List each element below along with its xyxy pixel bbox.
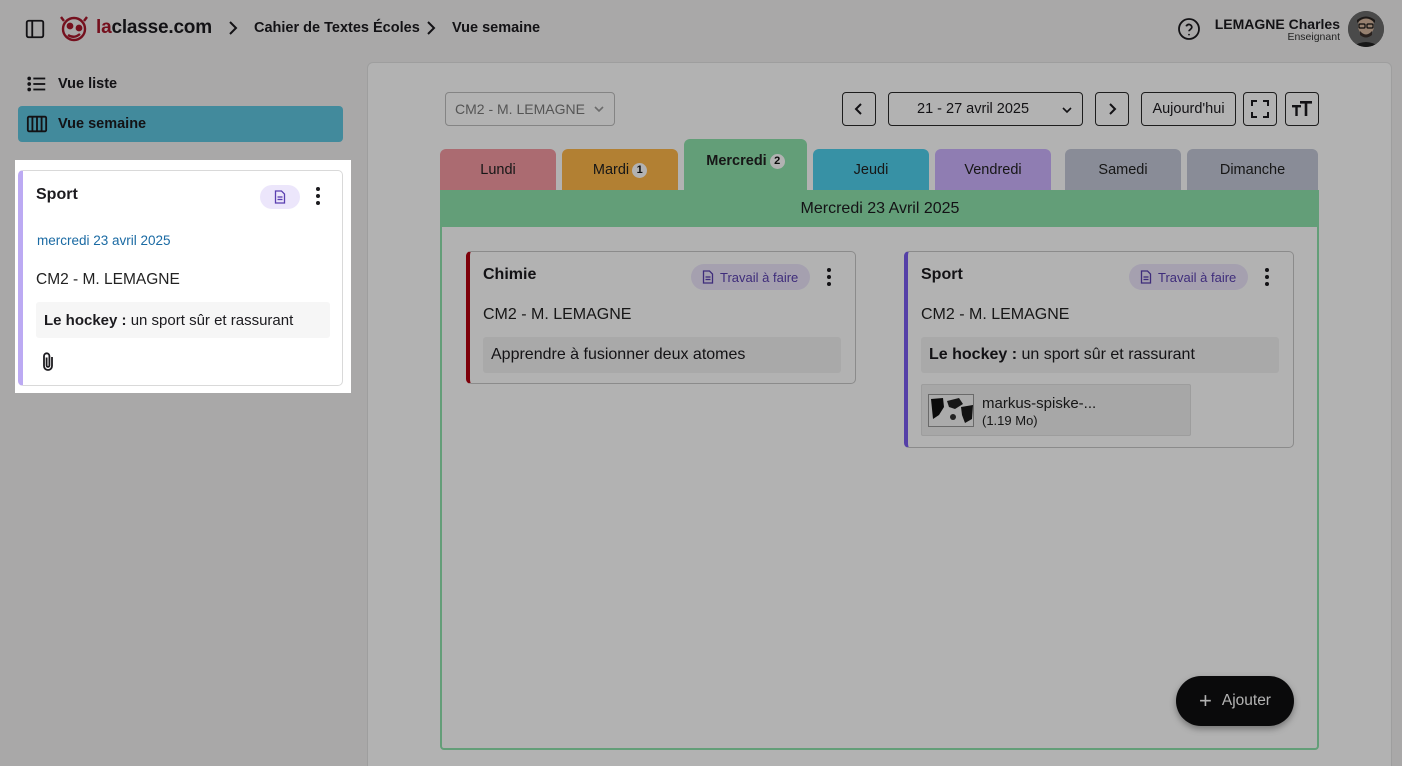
chevron-right-icon (1109, 103, 1117, 115)
top-bar: laclasse.com Cahier de Textes Écoles Vue… (0, 0, 1402, 58)
sidebar-item-vue-liste[interactable]: Vue liste (18, 66, 343, 102)
lesson-content: Le hockey : un sport sûr et rassurant (36, 302, 330, 338)
chevron-left-icon (854, 103, 862, 115)
brand-name[interactable]: laclasse.com (96, 17, 212, 39)
add-button[interactable]: + Ajouter (1176, 676, 1294, 726)
tab-mercredi[interactable]: Mercredi 2 (684, 139, 807, 191)
laclasse-logo-icon[interactable] (58, 13, 90, 45)
breadcrumb-cahier[interactable]: Cahier de Textes Écoles (254, 20, 420, 36)
sidebar-item-label: Vue liste (58, 76, 118, 92)
more-vertical-icon[interactable] (818, 265, 840, 289)
chevron-right-icon (427, 21, 436, 35)
tab-samedi[interactable]: Samedi (1065, 149, 1181, 191)
today-button[interactable]: Aujourd'hui (1141, 92, 1236, 126)
sidebar-item-vue-semaine[interactable]: Vue semaine (18, 106, 343, 142)
homework-chip[interactable] (260, 185, 300, 209)
week-range-select[interactable]: 21 - 27 avril 2025 (888, 92, 1083, 126)
lesson-title: Sport (36, 186, 78, 203)
homework-chip[interactable]: Travail à faire (691, 264, 811, 290)
lesson-content: Apprendre à fusionner deux atomes (483, 337, 841, 373)
more-vertical-icon[interactable] (307, 184, 329, 208)
fullscreen-button[interactable] (1243, 92, 1277, 126)
count-badge: 2 (769, 153, 785, 169)
attachment-file[interactable]: markus-spiske-... (1.19 Mo) (921, 384, 1191, 436)
lesson-date: mercredi 23 avril 2025 (37, 233, 171, 248)
plus-icon: + (1199, 688, 1212, 713)
lesson-title: Sport (921, 266, 963, 283)
chevron-down-icon (1062, 107, 1072, 114)
chevron-right-icon (229, 21, 238, 35)
lesson-title: Chimie (483, 266, 537, 283)
document-icon (702, 270, 714, 284)
document-icon (274, 190, 286, 204)
paperclip-icon[interactable] (39, 351, 57, 373)
class-select[interactable]: CM2 - M. LEMAGNE (445, 92, 615, 126)
more-vertical-icon[interactable] (1256, 265, 1278, 289)
previous-week-button[interactable] (842, 92, 876, 126)
text-size-button[interactable] (1285, 92, 1319, 126)
avatar[interactable] (1348, 11, 1384, 47)
user-name: LEMAGNE Charles (1214, 16, 1340, 32)
lesson-class: CM2 - M. LEMAGNE (36, 271, 180, 288)
lesson-class: CM2 - M. LEMAGNE (483, 306, 632, 323)
sidebar-toggle-icon[interactable] (24, 18, 46, 40)
breadcrumb-vue-semaine[interactable]: Vue semaine (452, 20, 540, 36)
text-size-icon (1292, 101, 1312, 116)
count-badge: 1 (632, 162, 648, 178)
lesson-class: CM2 - M. LEMAGNE (921, 306, 1070, 323)
attachment-name: markus-spiske-... (982, 395, 1097, 412)
document-icon (1140, 270, 1152, 284)
preview-lesson-card[interactable]: Sport mercredi 23 avril 2025 CM2 - M. LE… (18, 170, 343, 386)
next-week-button[interactable] (1095, 92, 1129, 126)
fullscreen-icon (1251, 100, 1269, 118)
tab-dimanche[interactable]: Dimanche (1187, 149, 1318, 191)
chevron-down-icon (594, 106, 604, 113)
homework-chip[interactable]: Travail à faire (1129, 264, 1249, 290)
tab-lundi[interactable]: Lundi (440, 149, 556, 191)
user-role: Enseignant (1287, 31, 1340, 43)
dim-overlay (0, 160, 15, 393)
week-columns-icon (26, 115, 48, 133)
lesson-content: Le hockey : un sport sûr et rassurant (921, 337, 1279, 373)
list-icon (27, 76, 46, 92)
tab-vendredi[interactable]: Vendredi (935, 149, 1051, 191)
help-icon[interactable] (1177, 17, 1201, 41)
tab-mardi[interactable]: Mardi 1 (562, 149, 678, 191)
tab-jeudi[interactable]: Jeudi (813, 149, 929, 191)
sidebar-item-label: Vue semaine (58, 116, 147, 132)
day-header: Mercredi 23 Avril 2025 (441, 191, 1319, 227)
attachment-size: (1.19 Mo) (982, 413, 1038, 428)
lesson-card-chimie[interactable]: Chimie Travail à faire CM2 - M. LEMAGNE … (466, 251, 856, 384)
lesson-card-sport[interactable]: Sport Travail à faire CM2 - M. LEMAGNE L… (904, 251, 1294, 448)
attachment-thumbnail (928, 394, 974, 427)
